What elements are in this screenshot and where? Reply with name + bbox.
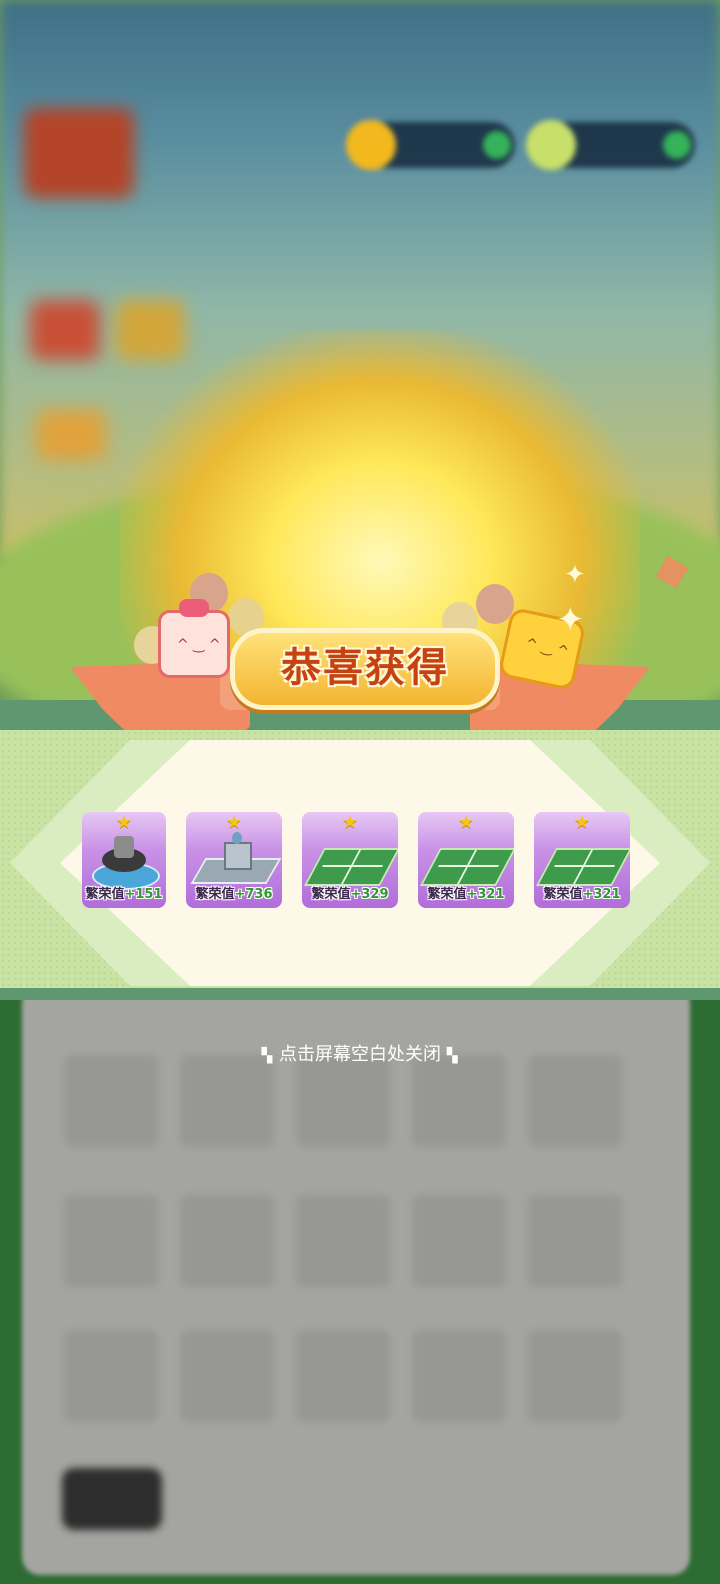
- grid-cell: [180, 1055, 274, 1147]
- player-avatar: [24, 108, 134, 198]
- reward-label: 繁荣值+321: [427, 887, 505, 902]
- decoration-icon: ▚: [261, 1048, 274, 1064]
- tennis-court-icon: [303, 836, 398, 888]
- reward-value: +329: [350, 887, 389, 902]
- grid-cell: [412, 1055, 506, 1147]
- reward-item[interactable]: ★ 繁荣值+151: [82, 812, 166, 908]
- sparkle-icon: ✦: [556, 600, 585, 640]
- grid-cell: [180, 1195, 274, 1287]
- decoration-icon: ▚: [446, 1048, 459, 1064]
- menu-icon-a: [30, 300, 100, 360]
- grid-cell: [528, 1330, 622, 1422]
- close-hint[interactable]: ▚ 点击屏幕空白处关闭 ▚: [0, 1040, 720, 1066]
- grid-cell: [296, 1330, 390, 1422]
- close-hint-text: 点击屏幕空白处关闭: [279, 1044, 441, 1065]
- grid-cell: [64, 1330, 158, 1422]
- coin-icon: [346, 120, 396, 170]
- reward-item[interactable]: ★ 繁荣值+736: [186, 812, 282, 908]
- grid-cell: [64, 1195, 158, 1287]
- reward-value: +736: [234, 887, 273, 902]
- grid-cell: [412, 1195, 506, 1287]
- coin-counter: [346, 120, 515, 170]
- tennis-court-icon: [419, 836, 514, 888]
- grid-cell: [296, 1055, 390, 1147]
- pink-mascot-icon: ^ ‿ ^: [158, 599, 230, 678]
- mascot-face: ^ ‿ ^: [177, 637, 221, 653]
- rarity-star-icon: ★: [457, 812, 475, 833]
- play-icon: [62, 1468, 162, 1530]
- ticket-icon: [526, 120, 576, 170]
- congrats-banner: ^ ‿ ^ ^ ‿ ^ 恭喜获得: [70, 570, 650, 750]
- grid-cell: [180, 1330, 274, 1422]
- menu-icon-b: [115, 300, 185, 360]
- rarity-star-icon: ★: [115, 812, 133, 833]
- rarity-star-icon: ★: [341, 812, 359, 833]
- reward-value: +151: [124, 887, 163, 902]
- dialog-title: 恭喜获得: [281, 645, 449, 691]
- grid-cell: [412, 1330, 506, 1422]
- reward-item[interactable]: ★ 繁荣值+321: [418, 812, 514, 908]
- reward-value: +321: [466, 887, 505, 902]
- ticket-counter: [526, 120, 695, 170]
- bow-icon: [179, 599, 209, 617]
- reward-label: 繁荣值+329: [311, 887, 389, 902]
- resource-bar: [346, 118, 710, 176]
- grid-cell: [528, 1195, 622, 1287]
- reward-label: 繁荣值+736: [195, 887, 273, 902]
- add-coin-icon: [483, 131, 511, 159]
- rarity-star-icon: ★: [225, 812, 243, 833]
- reward-label: 繁荣值+321: [543, 887, 621, 902]
- menu-icon-c: [36, 410, 106, 460]
- sparkle-icon: ✦: [564, 560, 586, 590]
- grid-cell: [64, 1055, 158, 1147]
- grid-cell: [528, 1055, 622, 1147]
- reward-item[interactable]: ★ 繁荣值+321: [534, 812, 630, 908]
- factory-building-icon: [190, 832, 282, 888]
- balloon-icon: [476, 584, 514, 624]
- reward-item[interactable]: ★ 繁荣值+329: [302, 812, 398, 908]
- reward-label: 繁荣值+151: [85, 887, 163, 902]
- band-bottom-edge: [0, 988, 720, 1000]
- grid-cell: [296, 1195, 390, 1287]
- reward-list: ★ 繁荣值+151 ★ 繁荣值+736 ★ 繁荣值+329 ★ 繁荣值+321 …: [0, 812, 720, 910]
- rarity-star-icon: ★: [573, 812, 591, 833]
- fountain-statue-icon: [86, 836, 162, 890]
- tennis-court-icon: [535, 836, 630, 888]
- reward-value: +321: [582, 887, 621, 902]
- add-ticket-icon: [663, 131, 691, 159]
